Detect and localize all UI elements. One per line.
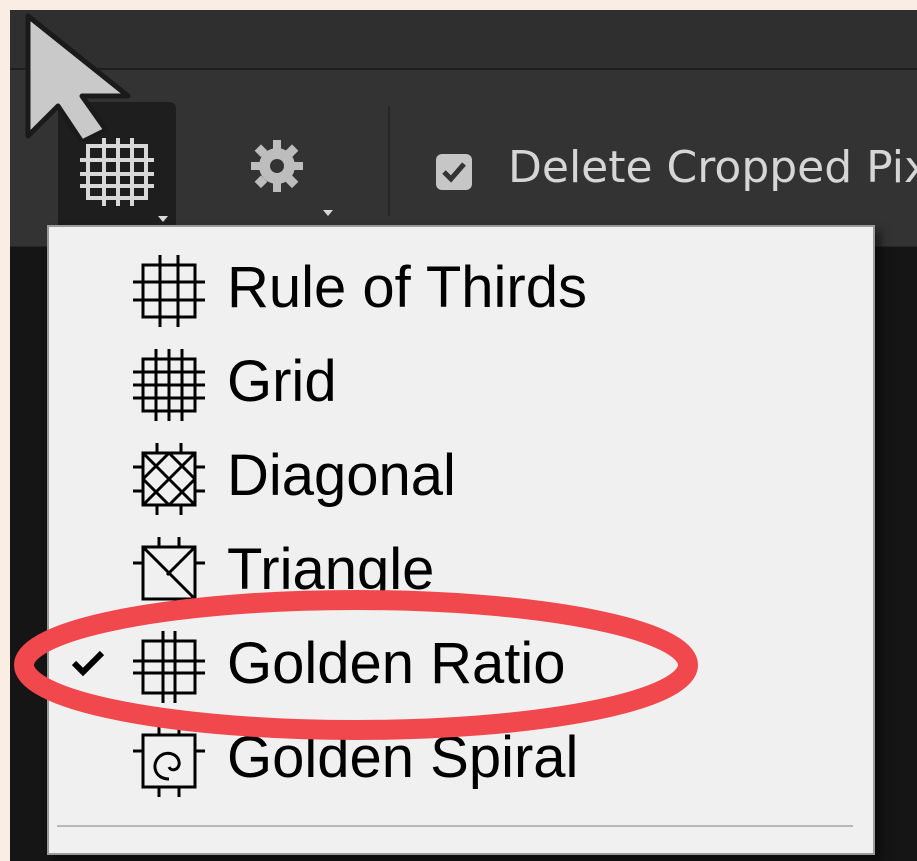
toolbar-divider: [388, 106, 390, 216]
menu-item-label: Rule of Thirds: [227, 255, 587, 320]
grid-overlay-icon: [80, 138, 154, 206]
menu-item-label: Diagonal: [227, 443, 456, 508]
menu-item-label: Golden Spiral: [227, 725, 579, 790]
menu-item-diagonal[interactable]: Diagonal: [49, 431, 873, 525]
crop-settings-button[interactable]: [245, 138, 335, 218]
menu-item-golden-spiral[interactable]: Golden Spiral: [49, 713, 873, 807]
mouse-pointer-icon: [25, 13, 131, 142]
gear-icon: [251, 140, 303, 192]
menu-item-golden-ratio[interactable]: Golden Ratio: [49, 619, 873, 713]
overlay-options-menu: Rule of Thirds Grid Diagonal Triangle Go…: [47, 225, 875, 855]
rule-of-thirds-icon: [133, 255, 205, 327]
checkmark-icon: [71, 650, 105, 677]
menu-item-label: Grid: [227, 349, 337, 414]
menu-item-rule-of-thirds[interactable]: Rule of Thirds: [49, 243, 873, 337]
chevron-down-icon: [323, 210, 333, 216]
menu-item-label: Golden Ratio: [227, 631, 566, 696]
grid-icon: [133, 349, 205, 421]
delete-cropped-pixels-label[interactable]: Delete Cropped Pix: [508, 138, 917, 198]
checkmark-icon: [442, 162, 466, 183]
menu-separator: [57, 825, 853, 827]
golden-spiral-icon: [133, 725, 205, 797]
title-bar: [10, 10, 917, 70]
triangle-icon: [133, 537, 205, 601]
diagonal-icon: [133, 443, 205, 515]
golden-ratio-icon: [133, 631, 205, 703]
menu-item-label: Triangle: [227, 537, 435, 602]
delete-cropped-pixels-checkbox[interactable]: [436, 154, 472, 190]
menu-item-grid[interactable]: Grid: [49, 337, 873, 431]
chevron-down-icon: [158, 216, 168, 222]
menu-item-triangle[interactable]: Triangle: [49, 525, 873, 619]
